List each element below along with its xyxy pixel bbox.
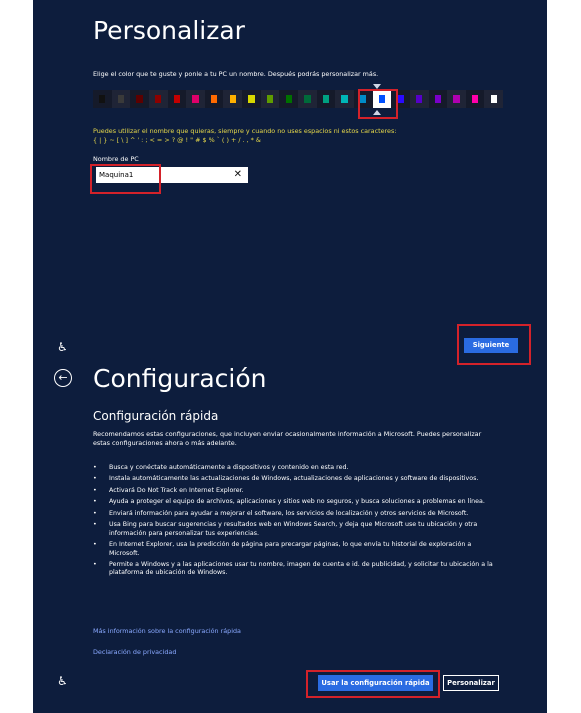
color-swatch[interactable] xyxy=(167,90,187,108)
color-swatch[interactable] xyxy=(242,90,261,108)
color-swatch[interactable] xyxy=(298,90,317,108)
color-swatch-fill xyxy=(136,95,143,103)
name-rules-line1: Puedes utilizar el nombre que quieras, s… xyxy=(93,127,397,135)
color-swatch-fill xyxy=(453,95,460,103)
settings-list-item: Enviará información para ayudar a mejora… xyxy=(93,510,503,519)
ease-of-access-icon-bottom[interactable]: ♿ xyxy=(57,674,68,688)
color-swatch[interactable] xyxy=(465,90,485,108)
settings-list-item: Ayuda a proteger el equipo de archivos, … xyxy=(93,498,503,507)
settings-list-item: Activará Do Not Track en Internet Explor… xyxy=(93,487,503,496)
color-swatch-fill xyxy=(397,95,404,103)
color-swatch[interactable] xyxy=(223,90,243,108)
pc-name-highlight-box xyxy=(90,164,161,194)
color-swatch[interactable] xyxy=(447,90,466,108)
personalize-panel: Personalizar Elige el color que te guste… xyxy=(33,0,547,358)
color-strip[interactable] xyxy=(93,90,504,108)
color-swatch-fill xyxy=(99,95,106,103)
settings-list-item: Usa Bing para buscar sugerencias y resul… xyxy=(93,521,503,538)
settings-list-item: Permite a Windows y a las aplicaciones u… xyxy=(93,561,503,578)
color-swatch-fill xyxy=(266,95,274,103)
color-swatch[interactable] xyxy=(204,90,224,108)
customize-button[interactable]: Personalizar xyxy=(443,675,499,691)
color-swatch[interactable] xyxy=(428,90,448,108)
settings-intro: Recomendamos estas configuraciones, que … xyxy=(93,430,482,447)
more-info-link[interactable]: Más información sobre la configuración r… xyxy=(93,627,241,635)
section-title: Configuración rápida xyxy=(93,409,219,423)
settings-list-item: Instala automáticamente las actualizacio… xyxy=(93,475,503,484)
settings-title: Configuración xyxy=(93,364,267,393)
name-rules-line2: { | } ~ [ \ ] ^ ' : ; < = > ? @ ! " # $ … xyxy=(93,135,261,144)
settings-panel: ← Configuración Configuración rápida Rec… xyxy=(33,358,547,713)
clear-icon[interactable]: ✕ xyxy=(234,167,242,183)
color-swatch-fill xyxy=(155,95,162,103)
color-swatch[interactable] xyxy=(484,90,504,108)
color-swatch-fill xyxy=(434,95,441,103)
color-swatch-fill xyxy=(117,95,125,103)
back-arrow-icon[interactable]: ← xyxy=(54,369,72,387)
name-rules: Puedes utilizar el nombre que quieras, s… xyxy=(93,127,513,144)
color-swatch[interactable] xyxy=(111,90,131,108)
color-swatch[interactable] xyxy=(316,90,336,108)
color-swatch-fill xyxy=(173,95,181,103)
color-swatch[interactable] xyxy=(130,90,149,108)
next-highlight-box xyxy=(457,324,531,358)
color-swatch-fill xyxy=(192,95,199,103)
express-highlight-box xyxy=(306,670,440,698)
color-swatch[interactable] xyxy=(186,90,205,108)
color-swatch[interactable] xyxy=(148,90,168,108)
color-swatch[interactable] xyxy=(279,90,299,108)
color-swatch[interactable] xyxy=(409,90,429,108)
color-swatch-fill xyxy=(304,95,311,103)
color-swatch-fill xyxy=(416,95,423,103)
color-swatch[interactable] xyxy=(260,90,280,108)
color-highlight-box xyxy=(358,89,398,119)
color-swatch-fill xyxy=(341,95,348,103)
settings-list: Busca y conéctate automáticamente a disp… xyxy=(93,464,503,581)
personalize-subtitle: Elige el color que te guste y ponle a tu… xyxy=(93,70,379,78)
color-swatch-fill xyxy=(471,95,479,103)
color-swatch-fill xyxy=(322,95,330,103)
color-swatch[interactable] xyxy=(335,90,354,108)
color-swatch-fill xyxy=(490,95,497,103)
color-swatch-fill xyxy=(285,95,292,103)
ease-of-access-icon[interactable]: ♿ xyxy=(57,340,68,354)
settings-list-item: En Internet Explorer, usa la predicción … xyxy=(93,541,503,558)
settings-list-item: Busca y conéctate automáticamente a disp… xyxy=(93,464,503,473)
color-swatch[interactable] xyxy=(93,90,112,108)
color-swatch-fill xyxy=(248,95,255,103)
next-highlight-box-tail xyxy=(457,358,531,365)
pc-name-label: Nombre de PC xyxy=(93,155,139,163)
page-title: Personalizar xyxy=(93,16,245,45)
color-swatch-fill xyxy=(229,95,236,103)
privacy-link[interactable]: Declaración de privacidad xyxy=(93,648,176,656)
color-swatch-fill xyxy=(210,95,218,103)
